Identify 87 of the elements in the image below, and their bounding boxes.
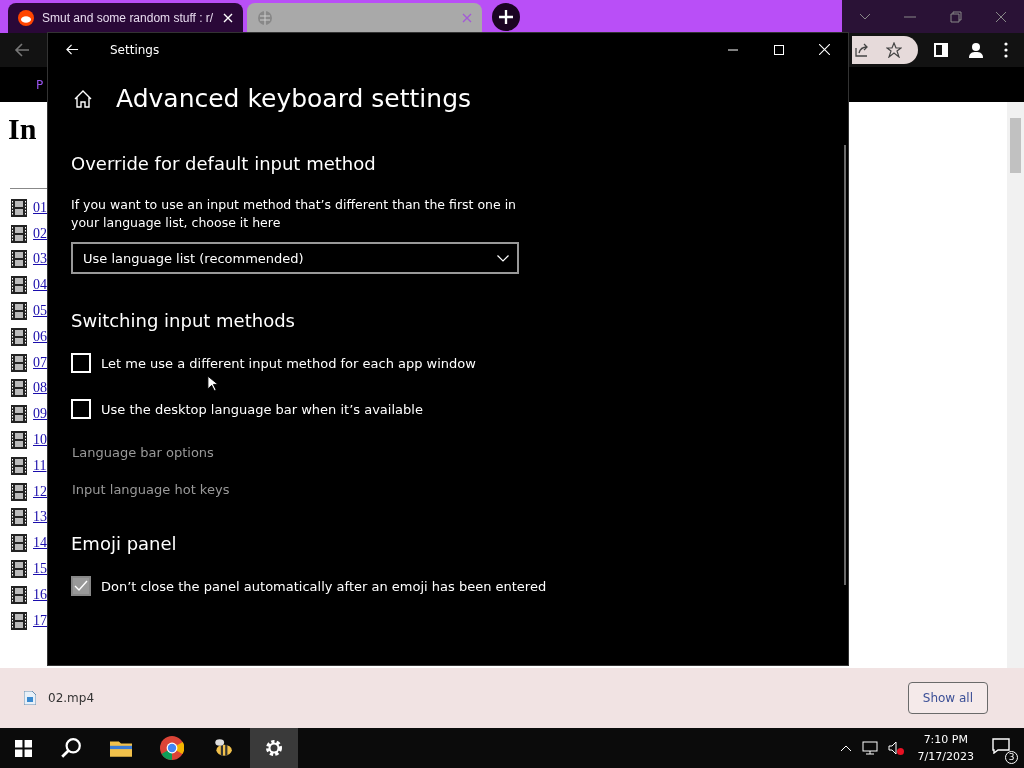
windows-icon[interactable]: [15, 739, 32, 757]
maximize-icon[interactable]: [774, 44, 784, 55]
film-icon: [11, 560, 27, 579]
film-icon: [11, 482, 27, 501]
page-heading: In: [8, 112, 38, 146]
film-icon: [11, 405, 27, 424]
file-link[interactable]: 05: [33, 303, 47, 320]
alien-icon: [18, 10, 34, 26]
window-title: Settings: [110, 42, 160, 57]
person-icon[interactable]: [968, 42, 984, 58]
network-icon[interactable]: [861, 741, 878, 755]
film-icon: [11, 198, 27, 217]
star-icon[interactable]: [886, 42, 902, 58]
tab-title: Smut and some random stuff : r/: [42, 11, 214, 25]
file-link[interactable]: 08: [33, 380, 47, 397]
clock-date[interactable]: 7/17/2023: [917, 748, 974, 765]
browser-tab[interactable]: [247, 3, 482, 33]
notification-count: 3: [1005, 751, 1018, 764]
film-icon: [11, 508, 27, 527]
scrollbar[interactable]: [844, 145, 846, 585]
download-file-name[interactable]: 02.mp4: [48, 691, 95, 705]
scrollbar[interactable]: [1007, 102, 1024, 668]
folder-icon[interactable]: [110, 739, 132, 757]
bee-icon[interactable]: [212, 737, 234, 759]
bookmark-link[interactable]: P: [36, 77, 44, 92]
film-icon: [11, 379, 27, 398]
file-link[interactable]: 04: [33, 277, 47, 294]
checkbox-label: Don’t close the panel automatically after an emoji has been entered: [101, 578, 547, 594]
clock-time[interactable]: 7:10 PM: [923, 731, 968, 748]
file-link[interactable]: 13: [33, 509, 47, 526]
muted-speaker-icon[interactable]: [887, 741, 904, 755]
file-link[interactable]: 14: [33, 535, 47, 552]
dropdown-value: Use language list (recommended): [83, 250, 304, 266]
globe-icon: [257, 10, 273, 26]
film-icon: [11, 611, 27, 630]
input-method-dropdown[interactable]: Use language list (recommended): [71, 242, 519, 274]
notifications-icon[interactable]: [992, 738, 1010, 754]
chevron-down-icon[interactable]: [858, 12, 871, 21]
section-heading: Emoji panel: [71, 533, 178, 554]
browser-icon[interactable]: [160, 736, 184, 760]
film-icon: [11, 353, 27, 372]
film-icon: [11, 224, 27, 243]
file-icon: [24, 691, 36, 705]
file-link[interactable]: 06: [33, 328, 47, 345]
mouse-cursor-icon: [207, 375, 218, 392]
film-icon: [11, 327, 27, 346]
browser-tab[interactable]: Smut and some random stuff : r/: [8, 3, 243, 33]
file-link[interactable]: 02: [33, 225, 47, 242]
film-icon: [11, 456, 27, 475]
file-link[interactable]: 12: [33, 483, 47, 500]
settings-taskbar-button[interactable]: [250, 728, 298, 768]
description-text: If you want to use an input method that’s different than the first one in your language list, choose it here: [71, 196, 518, 232]
section-heading: Override for default input method: [71, 153, 377, 174]
address-bar[interactable]: [852, 36, 918, 64]
share-icon[interactable]: [854, 42, 870, 58]
restore-icon[interactable]: [949, 10, 962, 23]
file-link[interactable]: 16: [33, 586, 47, 603]
side-panel-icon[interactable]: [934, 43, 948, 57]
file-link[interactable]: 10: [33, 432, 47, 449]
section-heading: Switching input methods: [71, 310, 296, 331]
file-link[interactable]: 03: [33, 251, 47, 268]
file-link[interactable]: 11: [33, 457, 47, 474]
file-link[interactable]: 01: [33, 199, 47, 216]
chevron-down-icon: [497, 254, 509, 262]
new-tab-button[interactable]: [492, 3, 520, 31]
film-icon: [11, 534, 27, 553]
file-link[interactable]: 15: [33, 561, 47, 578]
search-icon[interactable]: [60, 737, 82, 759]
gear-icon: [264, 738, 284, 758]
film-icon: [11, 585, 27, 604]
show-all-button[interactable]: Show all: [907, 682, 988, 714]
home-icon[interactable]: [74, 89, 92, 108]
settings-link[interactable]: Language bar options: [72, 445, 571, 460]
film-icon: [11, 276, 27, 295]
page-title: Advanced keyboard settings: [116, 84, 472, 113]
file-link[interactable]: 09: [33, 406, 47, 423]
checkbox-label: Let me use a different input method for each app window: [101, 355, 476, 371]
film-icon: [11, 302, 27, 321]
more-icon[interactable]: [1004, 42, 1008, 58]
plus-icon: [499, 10, 513, 24]
file-link[interactable]: 17: [33, 612, 47, 629]
checkbox-label: Use the desktop language bar when it’s available: [101, 401, 423, 417]
film-icon: [11, 250, 27, 269]
chevron-up-icon[interactable]: [839, 744, 852, 752]
settings-link[interactable]: Input language hot keys: [72, 482, 571, 497]
film-icon: [11, 431, 27, 450]
file-link[interactable]: 07: [33, 354, 47, 371]
